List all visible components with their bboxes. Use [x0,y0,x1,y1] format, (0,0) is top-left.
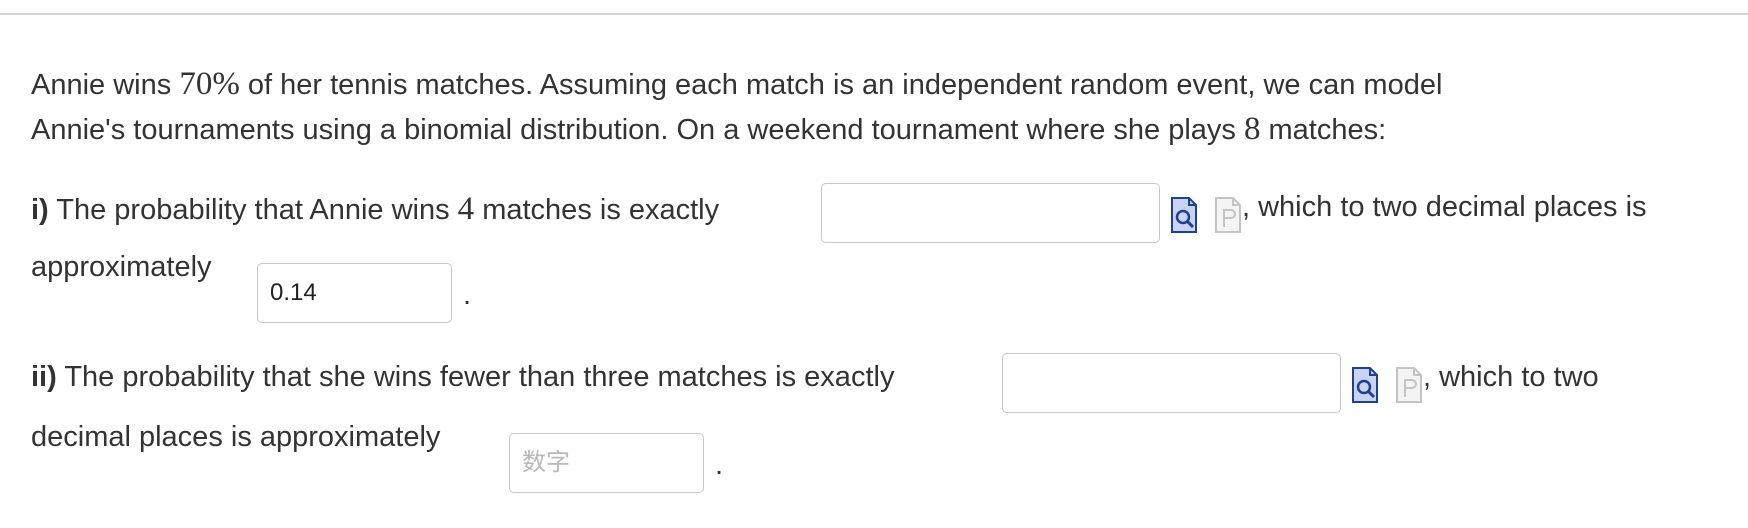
formula-icon[interactable] [1214,196,1242,234]
part-i-label: i) [31,194,49,226]
part-i-line-1: i) The probability that Annie wins 4 mat… [31,191,720,227]
part-i-exact-input[interactable] [821,183,1160,243]
question-text: Annie wins 70% of her tennis matches. As… [31,62,1721,152]
part-ii-label: ii) [31,361,57,393]
top-divider [0,0,1748,15]
part-ii-approx-input[interactable] [509,433,704,493]
part-ii-line-2: decimal places is approximately [31,421,441,453]
preview-icon[interactable] [1170,196,1198,234]
part-ii-period: . [715,449,724,481]
part-i-period: . [463,279,472,311]
preview-icon[interactable] [1351,366,1379,404]
question-line-2: Annie's tournaments using a binomial dis… [31,111,1387,147]
formula-icon[interactable] [1395,366,1423,404]
part-ii-line-1: ii) The probability that she wins fewer … [31,361,895,393]
match-count: 8 [1243,111,1261,147]
win-percent: 70% [179,66,240,102]
part-i-k: 4 [457,191,475,227]
part-ii-exact-input[interactable] [1002,353,1341,413]
part-i: i) The probability that Annie wins 4 mat… [31,183,1731,323]
part-ii: ii) The probability that she wins fewer … [31,353,1731,493]
part-i-line-2: approximately [31,251,212,283]
part-i-line-1-tail: , which to two decimal places is [1242,191,1647,223]
part-ii-line-1-tail: , which to two [1423,361,1599,393]
question-line-1: Annie wins 70% of her tennis matches. As… [31,66,1443,102]
part-i-approx-input[interactable] [257,263,452,323]
